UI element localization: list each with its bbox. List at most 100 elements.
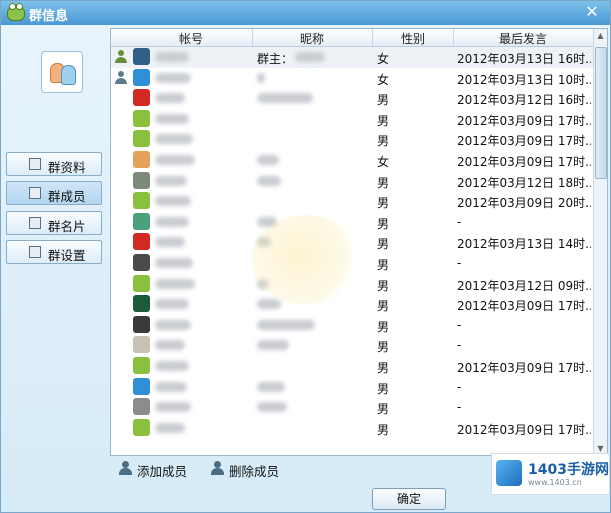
member-avatar [133, 48, 150, 65]
blurred-account [155, 216, 189, 227]
blurred-account [155, 319, 191, 330]
table-row[interactable]: 男 2012年03月09日 17时... [111, 418, 595, 439]
table-row[interactable]: 男- [111, 212, 595, 233]
nickname-cell: 群主： [257, 52, 294, 66]
table-row[interactable]: 男 2012年03月09日 17时... [111, 129, 595, 150]
watermark-logo: 1403手游网 www.1403.cn [491, 453, 610, 495]
last-message-cell: 2012年03月13日 14时... [457, 237, 591, 252]
gender-cell: 男 [377, 258, 390, 272]
table-row[interactable]: 男 2012年03月12日 09时... [111, 274, 595, 295]
sidebar-item-label: 群成员 [48, 189, 86, 204]
blurred-nickname [257, 216, 277, 227]
blurred-account [155, 134, 193, 145]
member-avatar [133, 212, 150, 230]
column-header-gender[interactable]: 性别 [373, 30, 453, 47]
blurred-nickname [257, 175, 281, 186]
table-row[interactable]: 男- [111, 397, 595, 418]
sidebar-item-group-settings[interactable]: 群设置 [6, 240, 102, 264]
column-header-nickname[interactable]: 昵称 [253, 30, 371, 47]
blurred-account [155, 340, 185, 351]
person-icon [61, 65, 76, 85]
ok-button[interactable]: 确定 [372, 488, 446, 510]
member-avatar [133, 233, 150, 251]
table-row[interactable]: 男- [111, 315, 595, 336]
blurred-account [155, 402, 191, 413]
table-row[interactable]: 男 2012年03月09日 20时... [111, 191, 595, 212]
table-row[interactable]: 男 2012年03月12日 18时... [111, 171, 595, 192]
add-member-label: 添加成员 [137, 464, 188, 479]
table-row[interactable]: 群主： 女 2012年03月13日 16时... [111, 47, 595, 68]
blurred-nickname [257, 319, 315, 330]
gender-cell: 男 [377, 402, 390, 417]
last-message-cell: - [457, 338, 462, 353]
last-message-cell: 2012年03月09日 17时... [457, 361, 591, 375]
member-avatar [133, 398, 150, 416]
close-button[interactable]: ✕ [584, 3, 600, 21]
scrollbar-thumb[interactable] [595, 47, 607, 179]
gender-cell: 男 [377, 196, 390, 211]
gender-cell: 男 [377, 278, 390, 293]
blurred-account [155, 196, 191, 207]
member-avatar [133, 151, 150, 168]
member-avatar [133, 130, 150, 148]
last-message-cell: 2012年03月09日 17时... [457, 299, 591, 314]
gender-cell: 男 [377, 319, 390, 334]
sidebar-item-group-card[interactable]: 群名片 [6, 211, 102, 235]
gender-cell: 男 [377, 361, 390, 375]
gender-cell: 男 [377, 340, 390, 355]
table-row[interactable]: 男- [111, 253, 595, 274]
last-message-cell: 2012年03月09日 17时... [457, 134, 591, 149]
sidebar-item-group-info[interactable]: 群资料 [6, 152, 102, 176]
last-message-cell: 2012年03月09日 17时... [457, 113, 591, 128]
member-avatar [133, 418, 150, 436]
table-row[interactable]: 女 2012年03月09日 17时... [111, 150, 595, 171]
members-icon [29, 187, 41, 199]
blurred-account [155, 258, 193, 268]
table-row[interactable]: 男 2012年03月12日 16时... [111, 88, 595, 109]
cube-logo-icon [496, 460, 522, 486]
table-row[interactable]: 男 2012年03月09日 17时... [111, 109, 595, 130]
member-avatar [133, 89, 150, 107]
sidebar-item-group-members[interactable]: 群成员 [6, 181, 102, 205]
gender-cell: 男 [377, 134, 390, 149]
blurred-nickname [257, 72, 265, 83]
gender-cell: 男 [377, 113, 390, 128]
blurred-account [155, 72, 191, 83]
sidebar-item-label: 群资料 [48, 160, 86, 175]
column-header-account[interactable]: 帐号 [131, 30, 251, 47]
scroll-up-arrow-icon[interactable]: ▲ [596, 31, 605, 40]
remove-user-icon [211, 461, 225, 475]
blurred-account [155, 361, 189, 371]
table-row[interactable]: 男 2012年03月09日 17时... [111, 356, 595, 377]
window-title: 群信息 [29, 9, 69, 24]
table-row[interactable]: 男 2012年03月09日 17时... [111, 294, 595, 315]
member-avatar [133, 357, 150, 374]
blurred-account [155, 155, 195, 165]
blurred-account [155, 278, 195, 289]
column-header-last-message[interactable]: 最后发言 [454, 30, 592, 47]
title-bar[interactable]: 群信息 ✕ [1, 1, 610, 25]
name-card-icon [29, 217, 41, 229]
blurred-nickname [257, 402, 287, 413]
member-avatar [133, 295, 150, 313]
blurred-nickname [257, 278, 269, 289]
sidebar-item-label: 群名片 [48, 219, 86, 234]
table-row[interactable]: 男 2012年03月13日 14时... [111, 232, 595, 253]
last-message-cell: 2012年03月12日 09时... [457, 278, 591, 293]
table-row[interactable]: 男- [111, 335, 595, 356]
info-card-icon [29, 158, 41, 170]
scroll-down-arrow-icon[interactable]: ▼ [596, 444, 605, 453]
gender-cell: 女 [377, 72, 390, 87]
blurred-account [155, 113, 189, 124]
member-avatar [133, 336, 150, 354]
table-row[interactable]: 男- [111, 377, 595, 398]
gender-cell: 男 [377, 237, 390, 252]
vertical-scrollbar[interactable]: ▲ ▼ [593, 29, 607, 455]
blurred-account [155, 422, 185, 433]
member-avatar [133, 274, 150, 292]
blurred-account [155, 237, 185, 248]
blurred-nickname [257, 299, 281, 310]
table-row[interactable]: 女 2012年03月13日 10时... [111, 68, 595, 89]
last-message-cell: 2012年03月12日 18时... [457, 175, 591, 190]
blurred-nickname [257, 93, 313, 104]
